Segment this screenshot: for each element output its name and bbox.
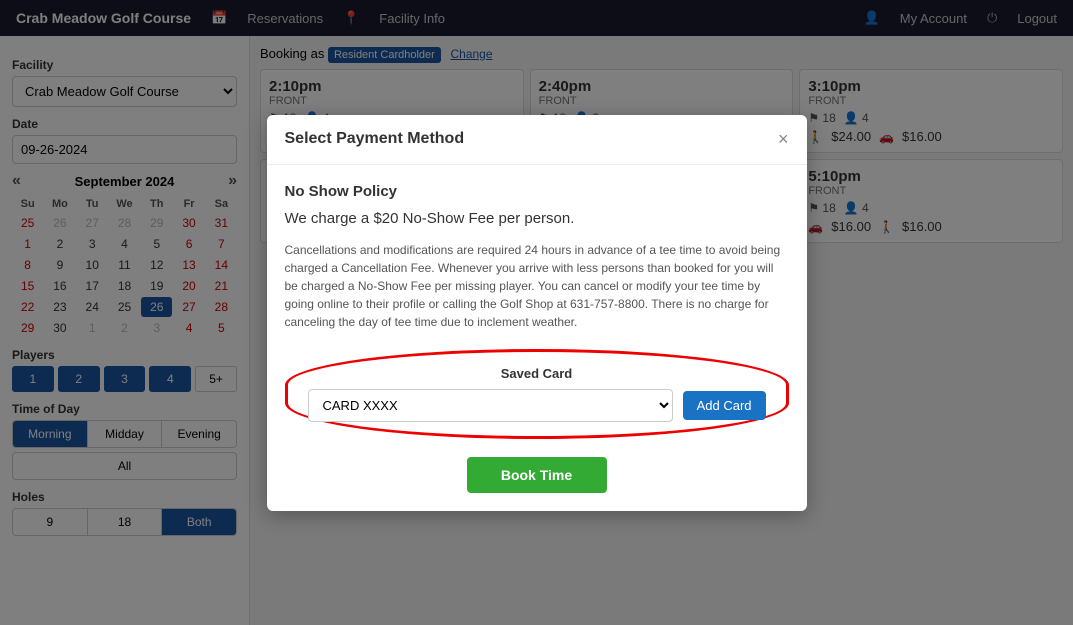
no-show-policy-text: Cancellations and modifications are requ… [285, 241, 789, 331]
modal-close-button[interactable]: × [778, 129, 789, 150]
modal-overlay: Select Payment Method × No Show Policy W… [0, 0, 1073, 625]
saved-card-section: Saved Card CARD XXXX Add Card [285, 349, 789, 439]
modal-body: No Show Policy We charge a $20 No-Show F… [267, 165, 807, 511]
saved-card-label: Saved Card [308, 366, 766, 381]
book-time-button[interactable]: Book Time [467, 457, 607, 493]
card-select[interactable]: CARD XXXX [308, 389, 673, 422]
no-show-heading: No Show Policy [285, 183, 789, 200]
no-show-fee: We charge a $20 No-Show Fee per person. [285, 210, 789, 227]
saved-card-row: CARD XXXX Add Card [308, 389, 766, 422]
payment-modal: Select Payment Method × No Show Policy W… [267, 115, 807, 511]
modal-header: Select Payment Method × [267, 115, 807, 165]
add-card-button[interactable]: Add Card [683, 391, 766, 420]
modal-title: Select Payment Method [285, 130, 465, 148]
